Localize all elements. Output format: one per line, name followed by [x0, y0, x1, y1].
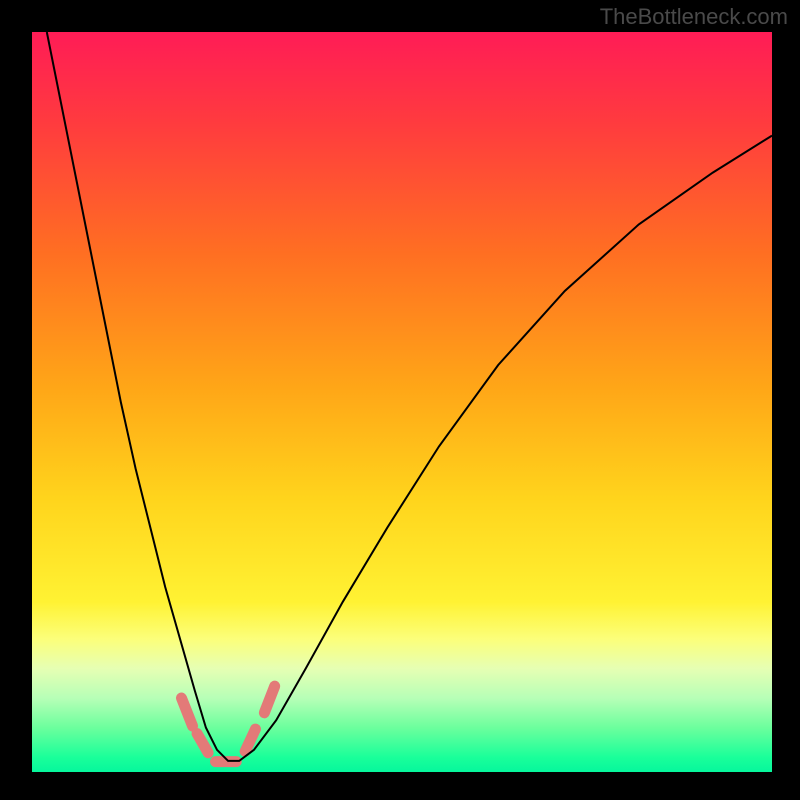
chart-frame: TheBottleneck.com	[0, 0, 800, 800]
watermark-text: TheBottleneck.com	[600, 4, 788, 30]
bottleneck-chart	[0, 0, 800, 800]
plot-background	[32, 32, 772, 772]
